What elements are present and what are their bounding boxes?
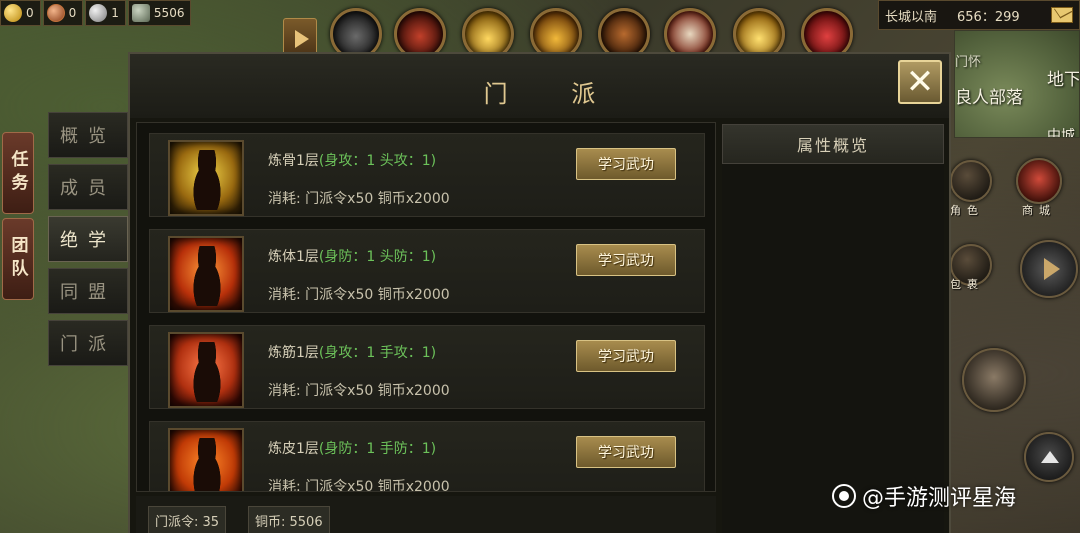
tab-alliance[interactable]: 同盟	[48, 268, 128, 314]
skill-cost: 消耗: 门派令x50 铜币x2000	[268, 287, 450, 303]
arm-skill-icon	[168, 332, 244, 408]
location-name: 长城以南	[885, 9, 938, 25]
skill-row: 炼骨1层(身攻：1 头攻：1) 消耗: 门派令x50 铜币x2000 学习武功	[149, 133, 705, 217]
fist-skill-icon	[168, 140, 244, 216]
location-coords: 656：299	[957, 9, 1020, 25]
copper-coin-icon	[46, 4, 65, 22]
currency-footer: 门派令: 35 铜币: 5506	[136, 496, 716, 533]
tab-sect[interactable]: 门派	[48, 320, 128, 366]
map-label: 良人部落	[955, 88, 1023, 108]
skill-name-line: 炼骨1层(身攻：1 头攻：1)	[268, 150, 436, 170]
task-tab[interactable]: 任务	[2, 132, 34, 214]
token-icon	[131, 4, 150, 22]
skill-name-line: 炼皮1层(身防：1 手防：1)	[268, 438, 436, 458]
sect-panel: 门 派 ✕ 炼骨1层(身攻：1 头攻：1) 消耗: 门派令x50 铜币x2000…	[128, 52, 951, 533]
skill-list[interactable]: 炼骨1层(身攻：1 头攻：1) 消耗: 门派令x50 铜币x2000 学习武功 …	[136, 122, 716, 492]
skill-row: 炼筋1层(身攻：1 手攻：1) 消耗: 门派令x50 铜币x2000 学习武功	[149, 325, 705, 409]
attribute-overview-panel: 属性概览	[722, 124, 944, 533]
skill-name-line: 炼体1层(身防：1 头防：1)	[268, 246, 436, 266]
watermark-logo-icon	[832, 484, 856, 508]
resource-bar: 0 0 1 5506	[0, 0, 192, 28]
attribute-overview-header: 属性概览	[722, 124, 944, 164]
resource-gold[interactable]: 0	[0, 0, 41, 26]
skill-name: 炼皮1层	[268, 441, 319, 457]
skill-cost: 消耗: 门派令x50 铜币x2000	[268, 383, 450, 399]
skill-bonus: (身攻：1 手攻：1)	[318, 345, 437, 361]
resource-token-value: 5506	[153, 6, 185, 20]
meditate-button[interactable]	[962, 348, 1026, 412]
resource-token[interactable]: 5506	[127, 0, 192, 26]
copper-count: 铜币: 5506	[248, 506, 330, 533]
bag-label: 包裹	[950, 278, 984, 291]
skill-bonus: (身防：1 手防：1)	[318, 441, 437, 457]
silver-coin-icon	[89, 4, 108, 22]
skill-row: 炼体1层(身防：1 头防：1) 消耗: 门派令x50 铜币x2000 学习武功	[149, 229, 705, 313]
learn-skill-button[interactable]: 学习武功	[576, 244, 676, 276]
resource-copper-value: 0	[68, 6, 77, 20]
shop-button[interactable]	[1016, 158, 1062, 204]
team-tab[interactable]: 团队	[2, 218, 34, 300]
shop-label: 商城	[1022, 204, 1056, 217]
tab-members[interactable]: 成员	[48, 164, 128, 210]
resource-gold-value: 0	[26, 6, 34, 20]
close-button[interactable]: ✕	[898, 60, 942, 104]
skill-name: 炼骨1层	[268, 153, 319, 169]
resource-silver[interactable]: 1	[85, 0, 126, 26]
watermark-text: @手游测评星海	[862, 486, 1017, 511]
skill-cost: 消耗: 门派令x50 铜币x2000	[268, 191, 450, 207]
skill-name: 炼体1层	[268, 249, 319, 265]
resource-silver-value: 1	[111, 6, 119, 20]
skill-bonus: (身攻：1 头攻：1)	[318, 153, 437, 169]
panel-title-bar: 门 派 ✕	[130, 54, 949, 118]
auto-attack-button[interactable]	[1020, 240, 1078, 298]
learn-skill-button[interactable]: 学习武功	[576, 148, 676, 180]
learn-skill-button[interactable]: 学习武功	[576, 436, 676, 468]
minimap[interactable]: 门怀 地下 良人部落 中城	[954, 30, 1080, 138]
role-button[interactable]	[950, 160, 992, 202]
tab-overview[interactable]: 概览	[48, 112, 128, 158]
skill-bonus: (身防：1 头防：1)	[318, 249, 437, 265]
skill-name-line: 炼筋1层(身攻：1 手攻：1)	[268, 342, 436, 362]
panel-title: 门 派	[483, 80, 624, 108]
resource-copper[interactable]: 0	[42, 0, 84, 26]
role-label: 角色	[950, 204, 984, 217]
gold-ingot-icon	[4, 4, 22, 22]
tab-skills[interactable]: 绝学	[48, 216, 128, 262]
jump-up-button[interactable]	[1024, 432, 1074, 482]
sect-token-count: 门派令: 35	[148, 506, 227, 533]
watermark: @手游测评星海	[832, 480, 1016, 512]
skill-cost: 消耗: 门派令x50 铜币x2000	[268, 479, 450, 492]
map-label: 门怀	[955, 55, 982, 70]
map-label: 中城	[1047, 128, 1075, 138]
mail-icon[interactable]	[1051, 7, 1073, 23]
learn-skill-button[interactable]: 学习武功	[576, 340, 676, 372]
skin-skill-icon	[168, 428, 244, 491]
skill-row: 炼皮1层(身防：1 手防：1) 消耗: 门派令x50 铜币x2000 学习武功	[149, 421, 705, 492]
minimap-header: 长城以南 656：299	[878, 0, 1080, 30]
map-label: 地下	[1047, 70, 1080, 90]
skill-name: 炼筋1层	[268, 345, 319, 361]
body-skill-icon	[168, 236, 244, 312]
